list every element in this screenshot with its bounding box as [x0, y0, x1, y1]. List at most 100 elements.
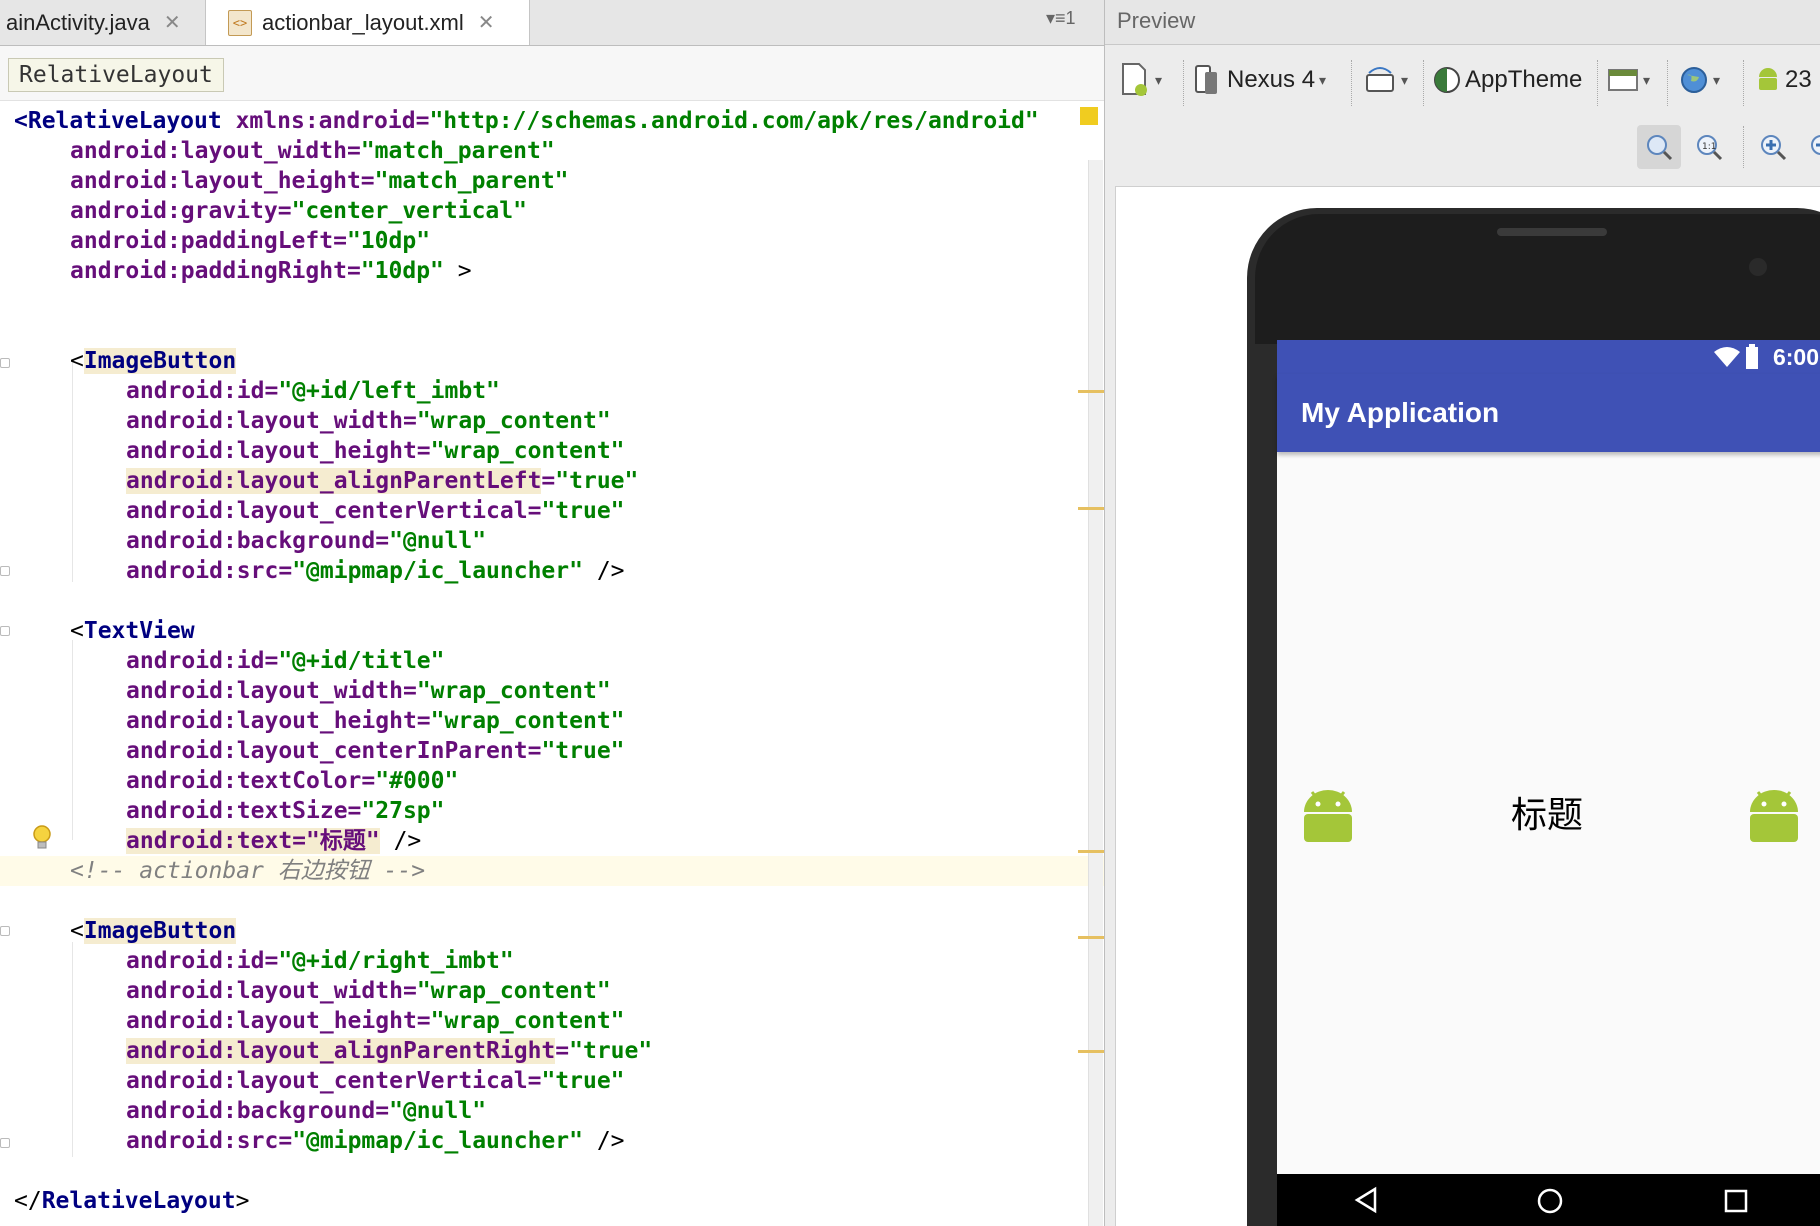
code-line: android:layout_alignParentRight="true": [126, 1038, 653, 1064]
close-icon[interactable]: ✕: [164, 10, 181, 35]
code-line: android:textColor="#000": [126, 768, 459, 794]
code-line: android:background="@null": [126, 1098, 487, 1124]
code-line: android:paddingRight="10dp" >: [70, 258, 472, 284]
back-icon[interactable]: [1353, 1186, 1381, 1214]
code-line: android:text="标题" />: [126, 828, 422, 854]
code-line: </RelativeLayout>: [14, 1188, 250, 1214]
device-bezel: [1255, 214, 1820, 344]
warning-stripe[interactable]: [1078, 936, 1104, 939]
layout-icon: [1608, 69, 1638, 91]
code-line-comment: <!-- actionbar 右边按钮 -->: [70, 858, 426, 884]
device-selector[interactable]: Nexus 4 ▾: [1193, 62, 1326, 98]
breadcrumb[interactable]: RelativeLayout: [8, 58, 224, 92]
recents-icon[interactable]: [1723, 1188, 1749, 1214]
api-label: 23: [1785, 66, 1812, 93]
tab-overflow-menu[interactable]: ▾≡1: [1046, 8, 1076, 29]
chevron-down-icon: ▾: [1155, 71, 1163, 88]
zoom-actual-button[interactable]: 1:1: [1687, 125, 1731, 169]
code-line: android:src="@mipmap/ic_launcher" />: [126, 558, 625, 584]
warning-stripe[interactable]: [1078, 1050, 1104, 1053]
zoom-out-button[interactable]: [1801, 125, 1820, 169]
zoom-in-icon: [1761, 135, 1787, 161]
preview-header: Preview: [1105, 0, 1820, 45]
device-config-button[interactable]: ▾: [1119, 62, 1162, 98]
zoom-fit-icon: [1647, 135, 1673, 161]
preview-title: Preview: [1117, 8, 1196, 33]
warning-stripe[interactable]: [1078, 390, 1104, 393]
fold-marker[interactable]: [0, 926, 10, 936]
lightbulb-icon[interactable]: [30, 824, 54, 852]
chevron-down-icon: ▾: [1401, 71, 1409, 88]
indent-guide: [72, 640, 73, 840]
api-level-selector[interactable]: 23: [1755, 62, 1812, 98]
code-line: android:id="@+id/right_imbt": [126, 948, 514, 974]
theme-selector[interactable]: AppTheme: [1433, 62, 1582, 98]
warning-indicator[interactable]: [1080, 107, 1098, 125]
battery-icon: [1746, 344, 1758, 369]
orientation-button[interactable]: ▾: [1363, 62, 1408, 98]
code-line: android:layout_height="wrap_content": [126, 1008, 625, 1034]
right-android-launcher-icon[interactable]: [1745, 786, 1803, 844]
code-line: android:layout_alignParentLeft="true": [126, 468, 639, 494]
app-toolbar: My Application: [1277, 374, 1820, 452]
chevron-down-icon: ▾: [1643, 71, 1651, 88]
zoom-in-button[interactable]: [1751, 125, 1795, 169]
center-title-text: 标题: [1510, 794, 1583, 835]
tab-main-activity-java[interactable]: ainActivity.java ✕: [0, 0, 206, 45]
wifi-icon: [1714, 347, 1740, 367]
fold-marker[interactable]: [0, 358, 10, 368]
android-icon: [1759, 68, 1777, 90]
warning-stripe[interactable]: [1078, 507, 1104, 510]
code-line: android:background="@null": [126, 528, 487, 554]
preview-panel: Preview ▾ Nexus 4 ▾ ▾ AppTheme ▾ ▾ 23 1:…: [1104, 0, 1820, 1226]
fold-marker[interactable]: [0, 1138, 10, 1148]
tab-actionbar-layout-xml[interactable]: <> actionbar_layout.xml ✕: [206, 0, 530, 45]
code-line: android:layout_height="match_parent": [70, 168, 569, 194]
code-line: android:layout_centerInParent="true": [126, 738, 625, 764]
chevron-down-icon: ▾: [1713, 71, 1721, 88]
code-line: android:id="@+id/left_imbt": [126, 378, 500, 404]
overflow-icon: ▾≡: [1046, 8, 1066, 28]
zoom-fit-button[interactable]: [1637, 125, 1681, 169]
code-line: <ImageButton: [70, 918, 237, 944]
app-title: My Application: [1301, 397, 1500, 428]
zoom-actual-icon: 1:1: [1697, 135, 1723, 161]
front-camera: [1749, 258, 1767, 276]
toolbar-separator: [1183, 60, 1185, 106]
chevron-down-icon: ▾: [1319, 71, 1327, 88]
home-icon[interactable]: [1535, 1186, 1565, 1216]
navigation-bar: [1277, 1174, 1820, 1226]
close-icon[interactable]: ✕: [478, 10, 495, 35]
toolbar-separator: [1743, 126, 1745, 168]
breadcrumb-bar: RelativeLayout: [0, 46, 1104, 101]
speaker-grille: [1497, 228, 1607, 236]
indent-guide: [72, 360, 73, 582]
globe-icon: [1681, 67, 1707, 93]
code-line: android:gravity="center_vertical": [70, 198, 527, 224]
code-line: android:layout_width="wrap_content": [126, 408, 611, 434]
code-line: <TextView: [70, 618, 195, 644]
device-screen[interactable]: 6:00 My Application 标题: [1277, 340, 1820, 1226]
code-line: android:src="@mipmap/ic_launcher" />: [126, 1128, 625, 1154]
code-editor[interactable]: ainActivity.java ✕ <> actionbar_layout.x…: [0, 0, 1104, 1226]
toolbar-separator: [1423, 60, 1425, 106]
editor-scrollbar[interactable]: [1088, 160, 1103, 1226]
device-label: Nexus 4: [1227, 66, 1316, 93]
xml-file-icon: <>: [228, 9, 252, 36]
theme-label: AppTheme: [1465, 66, 1583, 93]
code-line: android:layout_height="wrap_content": [126, 708, 625, 734]
code-line: android:layout_centerVertical="true": [126, 1068, 625, 1094]
fold-marker[interactable]: [0, 626, 10, 636]
toolbar-separator: [1597, 60, 1599, 106]
editor-tab-bar: ainActivity.java ✕ <> actionbar_layout.x…: [0, 0, 1104, 46]
phone-icon: [1195, 65, 1217, 94]
device-file-icon: [1122, 63, 1147, 96]
svg-text:1:1: 1:1: [1702, 142, 1716, 152]
status-bar: 6:00: [1277, 340, 1820, 374]
activity-selector[interactable]: ▾: [1607, 62, 1650, 98]
locale-selector[interactable]: ▾: [1679, 62, 1720, 98]
fold-marker[interactable]: [0, 566, 10, 576]
toolbar-separator: [1667, 60, 1669, 106]
rotate-icon: [1366, 67, 1394, 92]
warning-stripe[interactable]: [1078, 850, 1104, 853]
